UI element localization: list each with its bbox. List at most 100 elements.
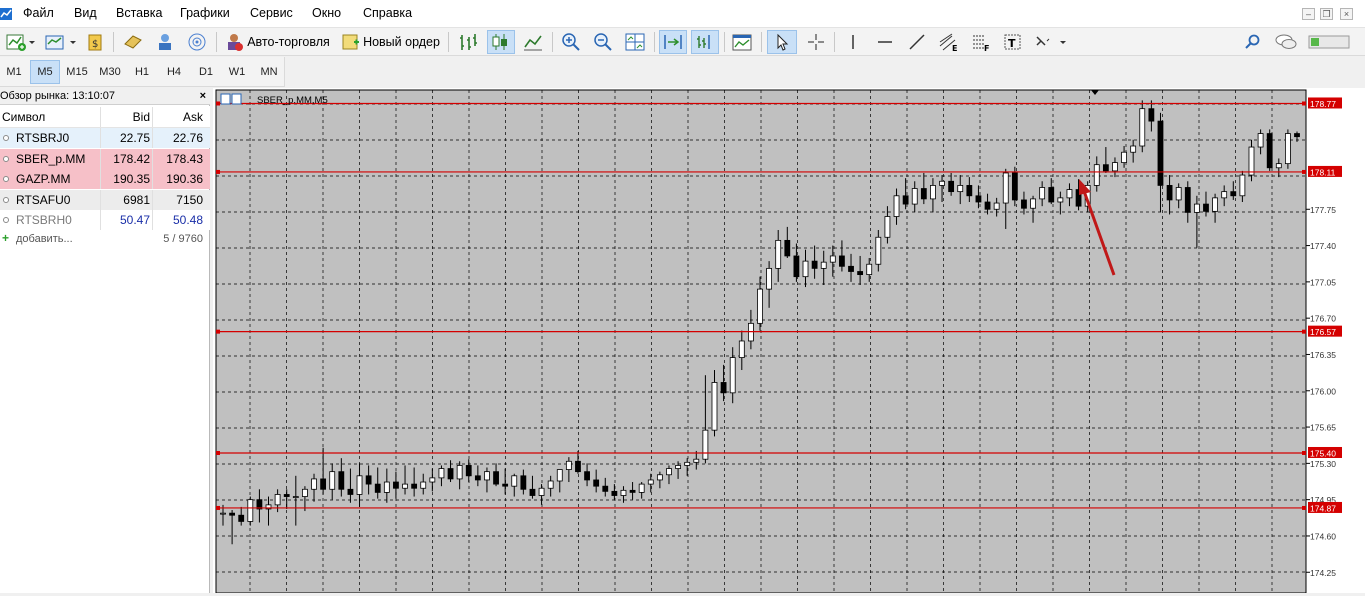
candlestick-button[interactable] xyxy=(487,30,515,54)
chart-window-icon xyxy=(220,93,231,105)
trendline-button[interactable] xyxy=(904,30,930,54)
timeframe-mn[interactable]: MN xyxy=(254,60,284,84)
timeframe-h1[interactable]: H1 xyxy=(128,60,156,84)
candle-body xyxy=(1148,108,1155,122)
column-header-bid[interactable]: Bid xyxy=(102,110,150,124)
symbol-name: RTSAFU0 xyxy=(16,192,71,207)
candle-body xyxy=(875,236,882,265)
candle-body xyxy=(1221,191,1228,199)
candle-body xyxy=(565,460,572,470)
data-window-button[interactable] xyxy=(120,30,146,54)
timeframe-m5[interactable]: M5 xyxy=(30,60,60,84)
tile-windows-button[interactable] xyxy=(622,30,648,54)
bar-chart-button[interactable] xyxy=(455,30,481,54)
menu-tools[interactable]: Сервис xyxy=(250,6,293,20)
candle-body xyxy=(484,471,490,481)
menu-file[interactable]: Файл xyxy=(23,6,54,20)
candle-body xyxy=(829,255,836,263)
auto-trading-button[interactable]: Авто-торговля xyxy=(222,30,332,54)
zoom-in-button[interactable] xyxy=(558,30,584,54)
market-watch-row[interactable]: RTSAFU0 6981 7150 xyxy=(0,189,210,210)
market-watch-close-icon[interactable]: × xyxy=(200,88,206,105)
menu-charts[interactable]: Графики xyxy=(180,6,230,20)
timeframe-d1[interactable]: D1 xyxy=(192,60,220,84)
chart-window[interactable]: 178.77 178.11 177.75 177.40 177.05 176.70 176.… xyxy=(213,88,1365,594)
signals-button[interactable] xyxy=(184,30,210,54)
cursor-button[interactable] xyxy=(767,30,797,54)
menu-view[interactable]: Вид xyxy=(74,6,97,20)
equidistant-channel-button[interactable]: E xyxy=(936,30,962,54)
candle-body xyxy=(374,483,381,493)
market-watch-button[interactable]: $ xyxy=(84,30,108,54)
market-watch-row[interactable]: RTSBRJ0 22.75 22.76 xyxy=(0,128,210,148)
new-chart-icon xyxy=(6,34,35,51)
candle-body xyxy=(1248,146,1255,176)
market-watch-header: Символ Bid Ask xyxy=(0,106,210,128)
market-watch-row[interactable]: RTSBRH0 50.47 50.48 xyxy=(0,210,210,230)
arrows-tool-button[interactable] xyxy=(1032,30,1072,54)
bar-chart-icon xyxy=(460,34,477,50)
close-icon[interactable]: × xyxy=(1340,8,1353,20)
menu-insert[interactable]: Вставка xyxy=(116,6,162,20)
timeframe-h4[interactable]: H4 xyxy=(160,60,188,84)
minimize-icon[interactable]: – xyxy=(1302,8,1315,20)
candle-body xyxy=(365,475,372,485)
fibonacci-button[interactable]: F xyxy=(968,30,994,54)
timeframe-m30[interactable]: M30 xyxy=(94,60,126,84)
vertical-line-button[interactable] xyxy=(840,30,866,54)
new-chart-button[interactable] xyxy=(2,30,38,54)
market-watch-row[interactable]: SBER_p.MM 178.42 178.43 xyxy=(0,148,210,169)
candle-body xyxy=(784,239,791,257)
timeframe-w1[interactable]: W1 xyxy=(223,60,251,84)
timeframe-m15[interactable]: M15 xyxy=(62,60,92,84)
candle-body xyxy=(338,471,345,490)
candle-body xyxy=(1039,187,1046,200)
candle-body xyxy=(984,201,991,210)
candle-body xyxy=(292,496,299,498)
candle-body xyxy=(930,185,936,200)
timeframe-m1[interactable]: M1 xyxy=(0,60,28,84)
column-header-symbol[interactable]: Символ xyxy=(2,110,45,124)
symbol-name: GAZP.MM xyxy=(16,172,71,186)
zoom-out-button[interactable] xyxy=(590,30,616,54)
connection-status[interactable] xyxy=(1306,30,1352,54)
menu-help[interactable]: Справка xyxy=(363,6,412,20)
candle-body xyxy=(702,429,709,460)
search-button[interactable] xyxy=(1240,30,1266,54)
y-axis-label: 177.75 xyxy=(1310,205,1336,215)
navigator-button[interactable] xyxy=(152,30,178,54)
chat-button[interactable] xyxy=(1272,30,1300,54)
autoscroll-button[interactable] xyxy=(659,30,687,54)
candlestick-icon xyxy=(492,34,507,50)
app-icon xyxy=(0,8,12,20)
add-symbol-icon[interactable]: + xyxy=(2,231,9,245)
text-tool-button[interactable]: T xyxy=(1000,30,1026,54)
column-header-ask[interactable]: Ask xyxy=(153,110,203,124)
line-chart-button[interactable] xyxy=(520,30,546,54)
candle-body xyxy=(1175,187,1182,201)
chart-shift-button[interactable] xyxy=(691,30,719,54)
crosshair-button[interactable] xyxy=(803,30,829,54)
templates-button[interactable] xyxy=(729,30,755,54)
profiles-icon xyxy=(45,35,76,50)
chart-title: SBER_p.MM,M5 xyxy=(257,95,328,106)
new-order-button[interactable]: Новый ордер xyxy=(338,30,442,54)
market-watch-footer: + добавить... 5 / 9760 xyxy=(0,230,210,248)
profiles-button[interactable] xyxy=(42,30,78,54)
add-symbol-link[interactable]: добавить... xyxy=(16,233,73,245)
y-axis-label: 174.60 xyxy=(1310,531,1336,541)
menu-window[interactable]: Окно xyxy=(312,6,341,20)
candle-body xyxy=(1284,133,1291,165)
templates-icon xyxy=(732,34,752,51)
y-axis-label: 177.05 xyxy=(1310,277,1336,287)
candle-body xyxy=(848,265,854,272)
horizontal-line-button[interactable] xyxy=(872,30,898,54)
restore-icon[interactable]: ❐ xyxy=(1320,8,1333,20)
ask-price: 22.76 xyxy=(172,131,203,145)
level-anchor xyxy=(1302,169,1306,174)
search-icon xyxy=(1245,34,1260,49)
candle-body xyxy=(902,195,909,205)
price-chart[interactable]: 178.77 178.11 177.75 177.40 177.05 176.70 176.… xyxy=(213,88,1365,594)
market-watch-row[interactable]: GAZP.MM 190.35 190.36 xyxy=(0,169,210,189)
data-window-icon xyxy=(124,35,142,49)
